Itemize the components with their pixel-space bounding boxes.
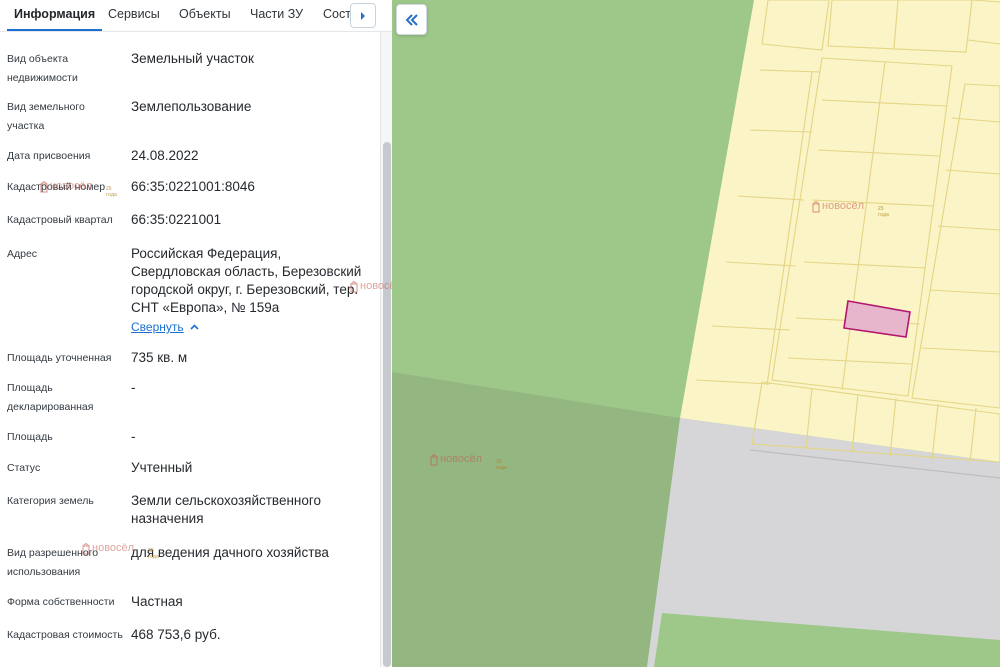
- chevron-up-icon: [190, 324, 199, 330]
- field-label-assign-date: Дата присвоения: [7, 150, 91, 162]
- field-label-area-specified: Площадь уточненная: [7, 352, 112, 364]
- field-label-permitted-use: Вид разрешенного использования: [7, 547, 99, 578]
- field-label-cadastral-quarter: Кадастровый квартал: [7, 214, 113, 226]
- field-label-cadastral-number: Кадастровый номер: [7, 181, 106, 193]
- tab-services[interactable]: Сервисы: [108, 0, 160, 31]
- field-value-land-category: Земли сельскохозяйственного назначения: [131, 493, 322, 526]
- field-value-area-declared: -: [131, 380, 136, 395]
- field-label-parcel-type: Вид земельного участка: [7, 101, 85, 132]
- field-label-object-type: Вид объекта недвижимости: [7, 53, 78, 84]
- field-label-land-category: Категория земель: [7, 495, 94, 507]
- field-value-address: Российская Федерация, Свердловская облас…: [131, 246, 362, 315]
- cadastral-map[interactable]: новосёл 25 года новосёл 25 года: [392, 0, 1000, 667]
- info-fields: Вид объекта недвижимости Земельный участ…: [0, 32, 380, 667]
- field-value-cadastral-quarter: 66:35:0221001: [131, 212, 222, 227]
- tab-information[interactable]: Информация: [6, 0, 103, 31]
- field-value-assign-date: 24.08.2022: [131, 148, 199, 163]
- field-label-area: Площадь: [7, 431, 53, 443]
- field-value-cadastral-number: 66:35:0221001:8046: [131, 179, 255, 194]
- collapse-label: Свернуть: [131, 320, 184, 334]
- field-value-area-specified: 735 кв. м: [131, 350, 188, 365]
- info-panel: Информация Сервисы Объекты Части ЗУ Сост…: [0, 0, 392, 667]
- field-value-permitted-use: для ведения дачного хозяйства: [131, 545, 329, 560]
- field-value-area: -: [131, 429, 136, 444]
- tab-parcel-parts[interactable]: Части ЗУ: [250, 0, 303, 31]
- collapse-panel-button[interactable]: [396, 4, 427, 35]
- field-value-parcel-type: Землепользование: [131, 99, 252, 114]
- field-label-address: Адрес: [7, 248, 38, 260]
- field-label-cadastral-value: Кадастровая стоимость: [7, 629, 123, 641]
- field-value-cadastral-value: 468 753,6 руб.: [131, 627, 221, 642]
- scroll-thumb[interactable]: [383, 142, 391, 667]
- field-label-ownership: Форма собственности: [7, 596, 115, 608]
- address-collapse-link[interactable]: Свернуть: [131, 319, 199, 335]
- double-chevron-left-icon: [405, 13, 418, 26]
- tab-objects[interactable]: Объекты: [179, 0, 231, 31]
- field-value-object-type: Земельный участок: [131, 51, 254, 66]
- tabs-next-button[interactable]: [350, 3, 376, 28]
- field-value-status: Учтенный: [131, 460, 193, 475]
- field-value-ownership: Частная: [131, 594, 183, 609]
- map-canvas[interactable]: [392, 0, 1000, 667]
- field-label-status: Статус: [7, 462, 41, 474]
- chevron-right-icon: [361, 11, 365, 20]
- panel-scrollbar[interactable]: [380, 32, 392, 667]
- tab-bar: Информация Сервисы Объекты Части ЗУ Сост…: [0, 0, 392, 32]
- field-label-area-declared: Площадь декларированная: [7, 382, 94, 413]
